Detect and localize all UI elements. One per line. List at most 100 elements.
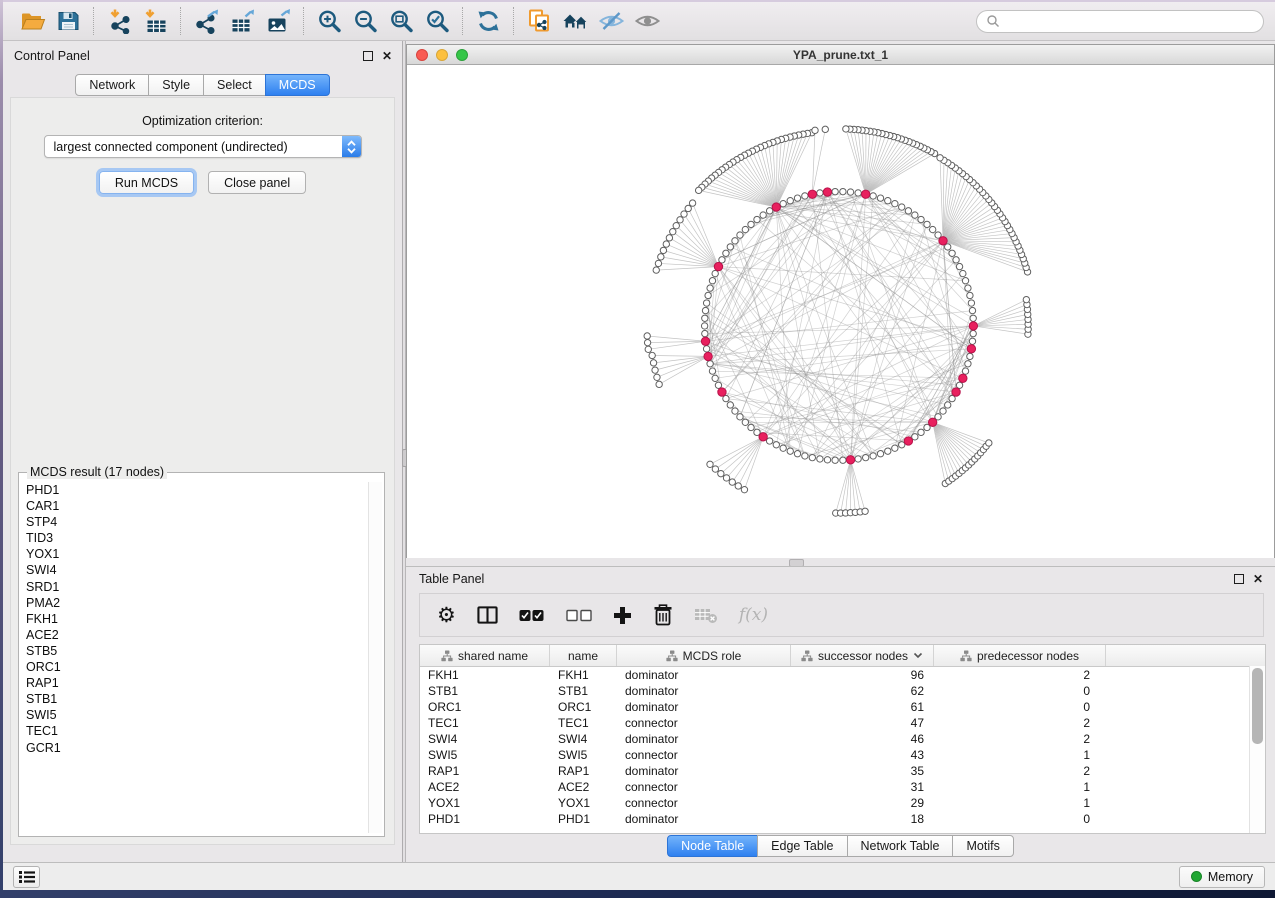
export-network-button[interactable] — [188, 5, 224, 37]
tab-select[interactable]: Select — [203, 74, 266, 96]
criterion-select[interactable]: largest connected component (undirected) — [44, 135, 362, 158]
import-table-button[interactable] — [137, 5, 173, 37]
table-scrollbar[interactable] — [1249, 666, 1265, 833]
float-panel-icon[interactable] — [1234, 574, 1244, 584]
column-header-name[interactable]: name — [550, 645, 617, 666]
export-table-button[interactable] — [224, 5, 260, 37]
cell: 2 — [934, 668, 1106, 682]
show-all-button[interactable] — [629, 5, 665, 37]
tab-network[interactable]: Network — [75, 74, 149, 96]
result-node-item[interactable]: STB5 — [22, 643, 367, 659]
run-mcds-button[interactable]: Run MCDS — [99, 171, 194, 194]
table-row[interactable]: STB1STB1dominator620 — [420, 683, 1265, 699]
tab-edge-table[interactable]: Edge Table — [757, 835, 847, 857]
save-session-button[interactable] — [50, 5, 86, 37]
control-panel: Control Panel ✕ NetworkStyleSelectMCDS O… — [3, 41, 402, 862]
close-window-button[interactable] — [416, 49, 428, 61]
network-canvas[interactable] — [407, 65, 1274, 558]
mcds-result-group: MCDS result (17 nodes) PHD1CAR1STP4TID3Y… — [18, 465, 385, 837]
scrollbar-thumb[interactable] — [1252, 668, 1263, 744]
table-row[interactable]: RAP1RAP1dominator352 — [420, 763, 1265, 779]
column-header-empty — [1106, 645, 1265, 666]
result-node-item[interactable]: YOX1 — [22, 546, 367, 562]
maximize-window-button[interactable] — [456, 49, 468, 61]
result-node-item[interactable]: PMA2 — [22, 595, 367, 611]
zoom-selected-button[interactable] — [419, 5, 455, 37]
memory-button[interactable]: Memory — [1179, 866, 1265, 888]
column-settings-button[interactable]: ⚙ — [437, 605, 456, 626]
tab-node-table[interactable]: Node Table — [667, 835, 758, 857]
select-stepper-icon — [342, 136, 361, 157]
table-row[interactable]: YOX1YOX1connector291 — [420, 795, 1265, 811]
cell: YOX1 — [550, 796, 617, 810]
hide-selected-button[interactable] — [593, 5, 629, 37]
select-all-button[interactable] — [519, 609, 545, 622]
table-row[interactable]: PHD1PHD1dominator180 — [420, 811, 1265, 827]
column-header-predecessor-nodes[interactable]: predecessor nodes — [934, 645, 1106, 666]
cell: ORC1 — [420, 700, 550, 714]
tab-mcds[interactable]: MCDS — [265, 74, 330, 96]
refresh-view-button[interactable] — [470, 5, 506, 37]
zoom-out-button[interactable] — [347, 5, 383, 37]
zoom-in-button[interactable] — [311, 5, 347, 37]
search-box[interactable] — [976, 10, 1264, 33]
table-body: FKH1FKH1dominator962STB1STB1dominator620… — [420, 667, 1265, 827]
table-row[interactable]: FKH1FKH1dominator962 — [420, 667, 1265, 683]
table-row[interactable]: ACE2ACE2connector311 — [420, 779, 1265, 795]
result-node-item[interactable]: CAR1 — [22, 498, 367, 514]
tab-network-table[interactable]: Network Table — [847, 835, 954, 857]
table-row[interactable]: TEC1TEC1connector472 — [420, 715, 1265, 731]
cell: SWI5 — [550, 748, 617, 762]
network-title: YPA_prune.txt_1 — [407, 48, 1274, 62]
cell: FKH1 — [550, 668, 617, 682]
split-view-button[interactable] — [477, 605, 498, 625]
first-neighbors-button[interactable] — [557, 5, 593, 37]
column-header-successor-nodes[interactable]: successor nodes — [791, 645, 934, 666]
table-row[interactable]: ORC1ORC1dominator610 — [420, 699, 1265, 715]
new-network-from-selection-button[interactable] — [521, 5, 557, 37]
table-row[interactable]: SWI5SWI5connector431 — [420, 747, 1265, 763]
result-node-item[interactable]: TID3 — [22, 530, 367, 546]
tab-style[interactable]: Style — [148, 74, 204, 96]
open-file-button[interactable] — [14, 5, 50, 37]
horizontal-splitter[interactable] — [406, 558, 1275, 566]
mcds-result-list[interactable]: PHD1CAR1STP4TID3YOX1SWI4SRD1PMA2FKH1ACE2… — [22, 482, 367, 833]
float-panel-icon[interactable] — [363, 51, 373, 61]
result-node-item[interactable]: FKH1 — [22, 611, 367, 627]
result-node-item[interactable]: PHD1 — [22, 482, 367, 498]
cell: 46 — [791, 732, 934, 746]
result-node-item[interactable]: ACE2 — [22, 627, 367, 643]
close-panel-icon[interactable]: ✕ — [1253, 573, 1263, 585]
panel-menu-button[interactable] — [13, 866, 40, 888]
result-node-item[interactable]: GCR1 — [22, 740, 367, 756]
close-panel-icon[interactable]: ✕ — [382, 50, 392, 62]
result-node-item[interactable]: RAP1 — [22, 675, 367, 691]
result-node-item[interactable]: SWI5 — [22, 707, 367, 723]
result-node-item[interactable]: TEC1 — [22, 723, 367, 739]
result-node-item[interactable]: ORC1 — [22, 659, 367, 675]
zoom-fit-button[interactable] — [383, 5, 419, 37]
main-toolbar — [3, 0, 1275, 41]
result-scrollbar[interactable] — [368, 482, 382, 833]
status-bar: Memory — [3, 862, 1275, 890]
add-column-button[interactable] — [613, 606, 632, 625]
close-panel-button[interactable]: Close panel — [208, 171, 306, 194]
minimize-window-button[interactable] — [436, 49, 448, 61]
cell: STB1 — [550, 684, 617, 698]
result-node-item[interactable]: SWI4 — [22, 562, 367, 578]
delete-column-button[interactable] — [653, 604, 673, 626]
save-icon — [55, 8, 82, 34]
result-node-item[interactable]: STP4 — [22, 514, 367, 530]
deselect-all-button[interactable] — [566, 609, 592, 622]
search-input[interactable] — [1005, 13, 1254, 29]
import-network-button[interactable] — [101, 5, 137, 37]
export-image-button[interactable] — [260, 5, 296, 37]
column-header-MCDS-role[interactable]: MCDS role — [617, 645, 791, 666]
result-node-item[interactable]: SRD1 — [22, 579, 367, 595]
tab-motifs[interactable]: Motifs — [952, 835, 1013, 857]
table-row[interactable]: SWI4SWI4dominator462 — [420, 731, 1265, 747]
column-header-shared-name[interactable]: shared name — [420, 645, 550, 666]
new-network-from-selection-icon — [526, 8, 553, 34]
result-node-item[interactable]: STB1 — [22, 691, 367, 707]
network-titlebar: YPA_prune.txt_1 — [407, 45, 1274, 65]
